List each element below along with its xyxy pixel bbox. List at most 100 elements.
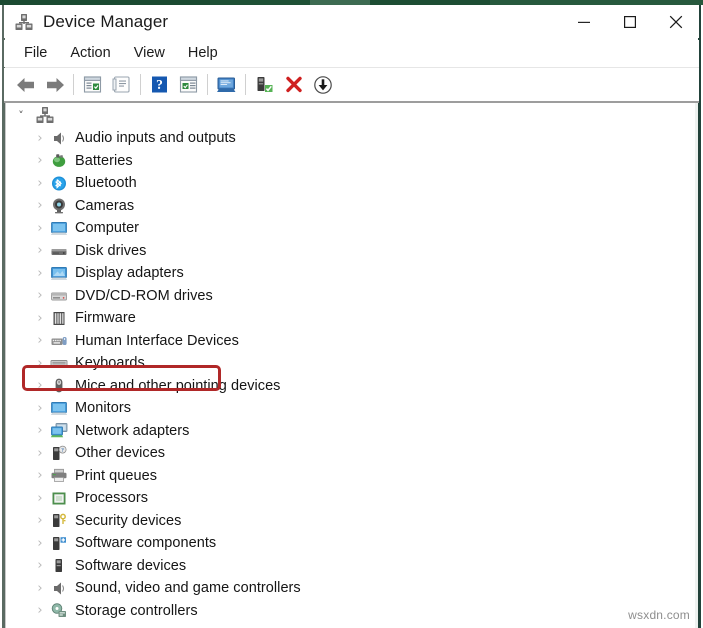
properties-button[interactable] xyxy=(78,71,107,98)
chevron-right-icon[interactable]: › xyxy=(32,312,48,325)
show-hidden-devices-button[interactable] xyxy=(107,71,136,98)
chevron-right-icon[interactable]: › xyxy=(32,469,48,482)
tree-item-label: Human Interface Devices xyxy=(75,333,239,349)
toolbar-separator xyxy=(207,74,208,95)
tree-item-label: Audio inputs and outputs xyxy=(75,130,236,146)
chevron-right-icon[interactable]: › xyxy=(32,132,48,145)
chevron-right-icon[interactable]: › xyxy=(32,559,48,572)
tree-item-software-devices[interactable]: › Software devices xyxy=(6,555,695,578)
tree-item-keyboards[interactable]: › Keyboards xyxy=(6,352,695,375)
watermark: wsxdn.com xyxy=(628,608,690,622)
menu-item-help[interactable]: Help xyxy=(177,42,230,65)
tree-item-other-devices[interactable]: › ? Other devices xyxy=(6,442,695,465)
menu-item-file[interactable]: File xyxy=(13,42,59,65)
chevron-right-icon[interactable]: › xyxy=(32,424,48,437)
tree-item-storage-controllers[interactable]: › Storage controllers xyxy=(6,600,695,623)
tree-item-processors[interactable]: › Processors xyxy=(6,487,695,510)
chevron-right-icon[interactable]: › xyxy=(32,582,48,595)
disk-drive-icon xyxy=(50,242,68,259)
toolbar-separator xyxy=(73,74,74,95)
chevron-right-icon[interactable]: › xyxy=(32,177,48,190)
chevron-right-icon[interactable]: › xyxy=(32,402,48,415)
menu-item-view[interactable]: View xyxy=(123,42,177,65)
chevron-right-icon[interactable]: › xyxy=(32,492,48,505)
forward-button[interactable] xyxy=(40,71,69,98)
chevron-right-icon[interactable]: › xyxy=(32,357,48,370)
tree-item-label: Bluetooth xyxy=(75,175,137,191)
tree-item-label: Mice and other pointing devices xyxy=(75,378,280,394)
tree-item-human-interface-devices[interactable]: › Human Interface Devices xyxy=(6,330,695,353)
tree-item-batteries[interactable]: › Batteries xyxy=(6,150,695,173)
tree-item-label: Firmware xyxy=(75,310,136,326)
tree-item-software-components[interactable]: › Software components xyxy=(6,532,695,555)
back-button[interactable] xyxy=(11,71,40,98)
chevron-right-icon[interactable]: › xyxy=(32,447,48,460)
tree-item-audio-inputs-and-outputs[interactable]: › Audio inputs and outputs xyxy=(6,127,695,150)
monitor-icon xyxy=(50,400,68,417)
chevron-right-icon[interactable]: › xyxy=(32,244,48,257)
tree-item-network-adapters[interactable]: › Network adapters xyxy=(6,420,695,443)
tree-item-sound-video-and-game-controllers[interactable]: › Sound, video and game controllers xyxy=(6,577,695,600)
tree-item-mice-and-other-pointing-devices[interactable]: › Mice and other pointing devices xyxy=(6,375,695,398)
keyboard-icon xyxy=(50,355,68,372)
firmware-icon xyxy=(50,310,68,327)
network-adapter-icon xyxy=(50,422,68,439)
minimize-button[interactable] xyxy=(561,5,607,38)
tree-item-label: Processors xyxy=(75,490,148,506)
tree-root-node[interactable]: ˅ xyxy=(6,103,695,127)
properties-icon xyxy=(82,75,103,94)
chevron-right-icon[interactable]: › xyxy=(32,289,48,302)
chevron-right-icon[interactable]: › xyxy=(32,334,48,347)
svg-text:?: ? xyxy=(156,77,163,92)
window-title: Device Manager xyxy=(43,12,168,32)
software-device-icon xyxy=(50,557,68,574)
red-x-icon xyxy=(284,75,304,95)
speaker-icon xyxy=(50,130,68,147)
hid-icon xyxy=(50,332,68,349)
add-legacy-hardware-button[interactable] xyxy=(250,71,279,98)
chevron-down-icon[interactable]: ˅ xyxy=(12,110,30,121)
update-driver-button[interactable] xyxy=(174,71,203,98)
update-driver-icon xyxy=(178,75,199,94)
tree-item-firmware[interactable]: › Firmware xyxy=(6,307,695,330)
chevron-right-icon[interactable]: › xyxy=(32,199,48,212)
chevron-right-icon[interactable]: › xyxy=(32,267,48,280)
uninstall-device-button[interactable] xyxy=(279,71,308,98)
help-question-icon: ? xyxy=(150,75,169,94)
tree-item-computer[interactable]: › Computer xyxy=(6,217,695,240)
scan-for-hardware-changes-button[interactable] xyxy=(212,71,241,98)
menu-bar: File Action View Help xyxy=(4,40,699,67)
chevron-right-icon[interactable]: › xyxy=(32,222,48,235)
tree-item-bluetooth[interactable]: › Bluetooth xyxy=(6,172,695,195)
monitor-scan-icon xyxy=(215,75,238,95)
maximize-icon xyxy=(623,15,637,29)
tree-item-label: Software components xyxy=(75,535,216,551)
tree-item-disk-drives[interactable]: › Disk drives xyxy=(6,240,695,263)
chevron-right-icon[interactable]: › xyxy=(32,514,48,527)
chevron-right-icon[interactable]: › xyxy=(32,379,48,392)
chevron-right-icon[interactable]: › xyxy=(32,154,48,167)
tree-item-label: Computer xyxy=(75,220,139,236)
disable-device-button[interactable] xyxy=(308,71,337,98)
chevron-right-icon[interactable]: › xyxy=(32,604,48,617)
close-button[interactable] xyxy=(653,5,699,38)
tree-item-label: Software devices xyxy=(75,558,186,574)
menu-item-action[interactable]: Action xyxy=(59,42,122,65)
processor-icon xyxy=(50,490,68,507)
bluetooth-icon xyxy=(50,175,68,192)
tree-item-print-queues[interactable]: › Print queues xyxy=(6,465,695,488)
chevron-right-icon[interactable]: › xyxy=(32,537,48,550)
tree-item-dvd-cd-rom-drives[interactable]: › DVD/CD-ROM drives xyxy=(6,285,695,308)
tree-item-display-adapters[interactable]: › Display adapters xyxy=(6,262,695,285)
tree-item-label: Print queues xyxy=(75,468,157,484)
help-button[interactable]: ? xyxy=(145,71,174,98)
tree-item-monitors[interactable]: › Monitors xyxy=(6,397,695,420)
tree-item-label: Disk drives xyxy=(75,243,146,259)
maximize-button[interactable] xyxy=(607,5,653,38)
device-tree[interactable]: ˅ › xyxy=(6,103,695,628)
tree-item-cameras[interactable]: › Cameras xyxy=(6,195,695,218)
forward-arrow-icon xyxy=(44,75,66,95)
tree-item-label: Monitors xyxy=(75,400,131,416)
tree-item-security-devices[interactable]: › Security devices xyxy=(6,510,695,533)
other-device-icon: ? xyxy=(50,445,68,462)
